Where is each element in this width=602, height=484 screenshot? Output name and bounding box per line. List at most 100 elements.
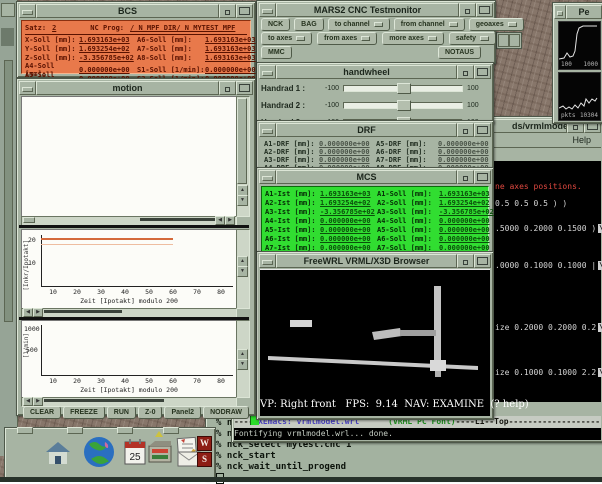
window-menu-icon[interactable]: [259, 254, 276, 268]
home-icon[interactable]: [43, 438, 73, 473]
workspace-badge-s[interactable]: S: [197, 452, 212, 467]
minimize-icon[interactable]: [459, 3, 476, 17]
scrollbar-box[interactable]: [23, 217, 35, 223]
vertical-scrollbar[interactable]: ▲ ▼: [236, 96, 250, 217]
calendar-icon[interactable]: 25: [123, 438, 147, 471]
button-label: Panel2: [171, 409, 194, 416]
subpanel-tab[interactable]: [67, 427, 83, 434]
more-axes-menu[interactable]: more axes: [382, 32, 444, 45]
line-wrap-marker: \: [598, 261, 602, 270]
to-axes-menu[interactable]: to axes: [261, 32, 312, 45]
window-menu-icon[interactable]: [259, 3, 276, 17]
from-channel-menu[interactable]: from channel: [394, 18, 465, 31]
subpanel-tab[interactable]: [163, 427, 179, 434]
menu-help[interactable]: Help: [572, 135, 591, 145]
mcs-row: A4-Ist [mm]:0.000000e+00A4-Soll [mm]:0.0…: [265, 216, 485, 225]
panel2-button[interactable]: Panel2: [164, 406, 201, 419]
mars2-titlebar[interactable]: MARS2 CNC Testmonitor: [259, 3, 493, 17]
vrml-3d-viewport[interactable]: VP: Right front FPS: 9.14 NAV: EXAMINE (…: [260, 269, 490, 416]
scroll-right-icon[interactable]: ▶: [33, 308, 43, 317]
maximize-icon[interactable]: [236, 4, 253, 18]
from-axes-menu[interactable]: from axes: [317, 32, 377, 45]
pane-divider[interactable]: [19, 225, 249, 228]
minimize-icon[interactable]: [457, 123, 474, 137]
vertical-scrollbar[interactable]: ▲ ▼: [236, 229, 250, 309]
subpanel-tab[interactable]: [117, 427, 133, 434]
bcs-titlebar[interactable]: BCS: [19, 4, 253, 18]
window-menu-icon[interactable]: [554, 5, 566, 19]
graph-scale-right: 1000: [584, 61, 598, 68]
window-menu-icon[interactable]: [259, 170, 276, 184]
minimize-icon[interactable]: [219, 4, 236, 18]
to-channel-menu[interactable]: to channel: [328, 18, 390, 31]
maximize-icon[interactable]: [474, 170, 491, 184]
mmc-button[interactable]: MMC: [261, 46, 292, 59]
perfmeter-titlebar[interactable]: Pe: [554, 5, 602, 19]
hidden-window-maximize-button[interactable]: [509, 34, 520, 47]
scrollbar-thumb[interactable]: [44, 310, 122, 313]
slider-thumb[interactable]: [397, 83, 411, 94]
scrollbar-thumb[interactable]: [140, 218, 220, 221]
background-scrollbar-fragment[interactable]: [4, 60, 13, 322]
mcs-titlebar[interactable]: MCS: [259, 170, 491, 184]
axis-value: 0.000000e+00: [439, 226, 493, 234]
vertical-scrollbar[interactable]: ▲ ▼: [236, 320, 250, 398]
nck-button[interactable]: NCK: [261, 18, 290, 31]
motion-canvas-pane[interactable]: [21, 96, 237, 217]
subpanel-arrow-icon[interactable]: [155, 431, 163, 437]
freewrl-titlebar[interactable]: FreeWRL VRML/X3D Browser: [259, 254, 491, 268]
file-manager-icon[interactable]: [147, 440, 173, 469]
window-menu-icon[interactable]: [259, 123, 276, 137]
maximize-icon[interactable]: [474, 65, 491, 79]
background-window-button[interactable]: [1, 3, 15, 17]
minimize-icon[interactable]: [457, 170, 474, 184]
scroll-left-icon[interactable]: ◀: [23, 397, 33, 406]
mcs-row: A3-Ist [mm]:-3.356785e+02A3-Soll [mm]:-3…: [265, 207, 485, 216]
scrollbar-thumb[interactable]: [237, 98, 247, 184]
safety-menu[interactable]: safety: [449, 32, 496, 45]
perfmeter-window: Pe 100 1000 pkts 10304: [552, 2, 602, 124]
scroll-right-icon[interactable]: ▶: [225, 216, 235, 225]
hidden-window-minimize-button[interactable]: [498, 34, 509, 47]
scroll-left-icon[interactable]: ◀: [215, 216, 225, 225]
scrollbar-thumb[interactable]: [44, 399, 164, 402]
minimize-icon[interactable]: [219, 81, 236, 95]
y-axis: [41, 235, 42, 287]
axis-label: A6-Soll [mm]:: [377, 235, 439, 243]
option-menu-icon: [374, 22, 383, 27]
window-menu-icon[interactable]: [259, 65, 276, 79]
maximize-icon[interactable]: [236, 81, 253, 95]
scroll-down-icon[interactable]: ▼: [237, 195, 248, 206]
web-browser-icon[interactable]: [81, 434, 117, 475]
minimize-icon[interactable]: [457, 65, 474, 79]
geoaxes-menu[interactable]: geoaxes: [469, 18, 524, 31]
window-menu-icon[interactable]: [19, 81, 36, 95]
z0-button[interactable]: Z-0: [138, 406, 163, 419]
motion-titlebar[interactable]: motion: [19, 81, 253, 95]
maximize-icon[interactable]: [474, 254, 491, 268]
axis-label: A1-DRF [mm]:: [264, 140, 319, 148]
axis-value: 1.693163e+03: [320, 190, 377, 198]
scroll-down-icon[interactable]: ▼: [237, 359, 248, 370]
window-menu-icon[interactable]: [19, 4, 36, 18]
maximize-icon[interactable]: [476, 3, 493, 17]
bag-button[interactable]: BAG: [294, 18, 324, 31]
freeze-button[interactable]: FREEZE: [63, 406, 105, 419]
drf-titlebar[interactable]: DRF: [259, 123, 491, 137]
nodraw-button[interactable]: NODRAW: [203, 406, 249, 419]
maximize-icon[interactable]: [474, 123, 491, 137]
handwheel-titlebar[interactable]: handwheel: [259, 65, 491, 79]
handwheel-slider-1[interactable]: [343, 85, 463, 92]
workspace-badge-w[interactable]: W: [197, 436, 212, 451]
handwheel-slider-2[interactable]: [343, 102, 463, 109]
slider-min-label: -100: [317, 102, 339, 109]
run-button[interactable]: RUN: [107, 406, 136, 419]
scroll-down-icon[interactable]: ▼: [237, 266, 248, 277]
subpanel-tab[interactable]: [17, 427, 33, 434]
notaus-button[interactable]: NOTAUS: [438, 46, 481, 59]
scroll-right-icon[interactable]: ▶: [33, 397, 43, 406]
slider-thumb[interactable]: [397, 100, 411, 111]
clear-button[interactable]: CLEAR: [23, 406, 61, 419]
minimize-icon[interactable]: [457, 254, 474, 268]
scroll-left-icon[interactable]: ◀: [23, 308, 33, 317]
